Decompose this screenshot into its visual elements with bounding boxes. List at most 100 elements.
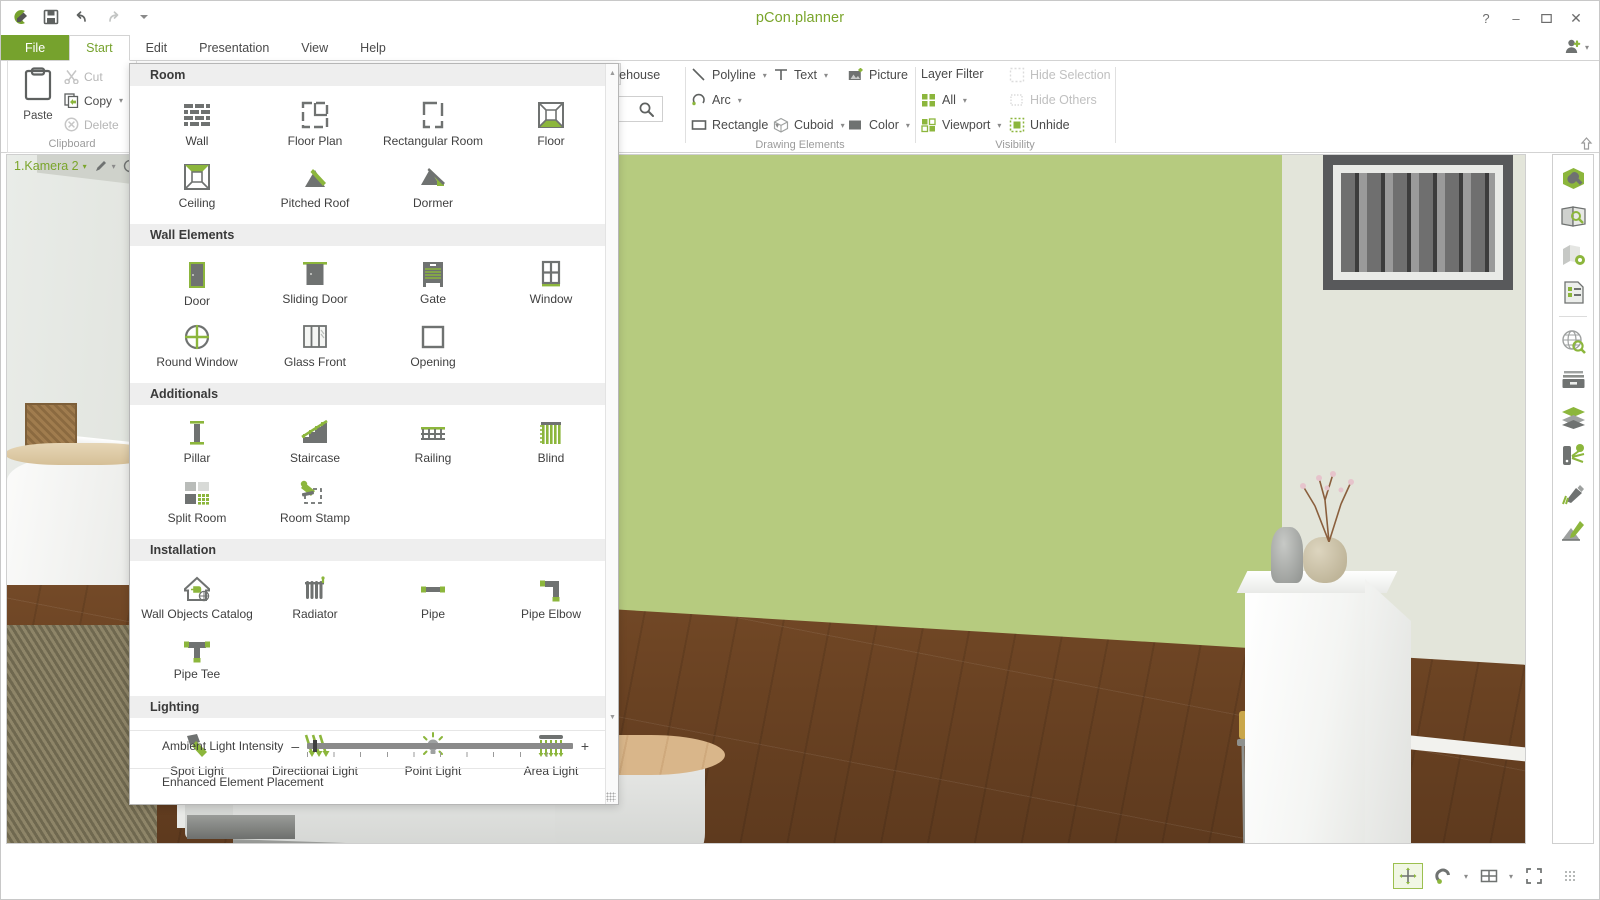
color-caret-icon[interactable]: ▾ xyxy=(906,121,910,130)
panel-item-floor-plan[interactable]: Floor Plan xyxy=(256,92,374,154)
hide-others-button[interactable]: Hide Others xyxy=(1009,92,1097,108)
color-button[interactable]: Color ▾ xyxy=(848,117,910,133)
enhanced-element-placement-row[interactable]: Enhanced Element Placement xyxy=(130,768,605,794)
pen-caret-icon[interactable]: ▾ xyxy=(112,162,116,171)
panel-scroll-up-icon[interactable]: ▲ xyxy=(606,66,619,80)
ambient-decrease-button[interactable]: – xyxy=(291,738,299,754)
panel-item-gate[interactable]: Gate xyxy=(374,252,492,314)
camera-caret-icon[interactable]: ▾ xyxy=(83,162,87,171)
text-button[interactable]: Text ▾ xyxy=(773,67,828,83)
move-gizmo-icon[interactable] xyxy=(1392,863,1423,889)
user-caret-icon[interactable]: ▾ xyxy=(1585,43,1589,52)
status-fullscreen[interactable] xyxy=(1519,863,1549,889)
panel-item-pitched-roof[interactable]: Pitched Roof xyxy=(256,154,374,216)
paste-button[interactable]: Paste xyxy=(16,67,60,122)
panel-item-dormer[interactable]: Dormer xyxy=(374,154,492,216)
online-catalog-icon[interactable] xyxy=(1556,324,1590,358)
fullscreen-icon[interactable] xyxy=(1519,863,1549,889)
cuboid-caret-icon[interactable]: ▾ xyxy=(841,121,845,130)
panel-item-opening[interactable]: Opening xyxy=(374,315,492,375)
viewport-camera-selector[interactable]: 1.Kamera 2 ▾ ▾ xyxy=(14,159,137,173)
panel-item-round-window[interactable]: Round Window xyxy=(138,315,256,375)
ribbon-group-drawing-elements: Polyline ▾ Arc ▾ Rectangle ▾ Text ▾ Cubo… xyxy=(685,61,915,153)
ambient-light-slider[interactable] xyxy=(307,739,573,757)
tab-view[interactable]: View xyxy=(285,35,344,60)
panel-item-door[interactable]: Door xyxy=(138,252,256,314)
all-layers-button[interactable]: All ▾ xyxy=(921,92,967,108)
magnet-caret-icon[interactable]: ▾ xyxy=(1464,872,1468,881)
copy-caret-icon[interactable]: ▾ xyxy=(119,96,123,105)
polyline-caret-icon[interactable]: ▾ xyxy=(763,71,767,80)
panel-resize-grip[interactable] xyxy=(606,792,616,802)
material-edit-icon[interactable] xyxy=(1556,514,1590,548)
panel-item-pillar[interactable]: Pillar xyxy=(138,411,256,471)
panel-item-floor[interactable]: Floor xyxy=(492,92,610,154)
grid-caret-icon[interactable]: ▾ xyxy=(1509,872,1513,881)
status-magnet-snap[interactable]: ▾ xyxy=(1429,863,1468,889)
picture-button[interactable]: Picture xyxy=(848,67,908,83)
tab-help[interactable]: Help xyxy=(344,35,402,60)
rectangle-button[interactable]: Rectangle ▾ xyxy=(691,117,779,133)
grid-icon[interactable] xyxy=(1474,863,1504,889)
panel-item-radiator[interactable]: Radiator xyxy=(256,567,374,627)
maximize-button[interactable] xyxy=(1531,7,1561,29)
status-resize-grip[interactable] xyxy=(1555,863,1585,889)
panel-item-window[interactable]: Window xyxy=(492,252,610,314)
panel-scroll-down-icon[interactable]: ▼ xyxy=(606,710,619,724)
text-caret-icon[interactable]: ▾ xyxy=(824,71,828,80)
ambient-increase-button[interactable]: + xyxy=(581,738,589,754)
tab-file[interactable]: File xyxy=(1,35,70,60)
panel-item-pipe-tee[interactable]: Pipe Tee xyxy=(138,627,256,687)
pin-ribbon-icon[interactable] xyxy=(1580,137,1593,153)
help-button[interactable]: ? xyxy=(1471,7,1501,29)
panel-item-room-stamp[interactable]: Room Stamp xyxy=(256,471,374,531)
article-list-icon[interactable] xyxy=(1556,275,1590,309)
status-grid[interactable]: ▾ xyxy=(1474,863,1513,889)
object-properties-icon[interactable] xyxy=(1556,161,1590,195)
resize-grip-icon[interactable] xyxy=(1555,863,1585,889)
lighting-settings-icon[interactable] xyxy=(1556,438,1590,472)
minimize-button[interactable]: – xyxy=(1501,7,1531,29)
catalog-search-icon[interactable] xyxy=(1556,199,1590,233)
pitched-roof-icon xyxy=(298,160,332,194)
panel-item-sliding-door[interactable]: Sliding Door xyxy=(256,252,374,314)
panel-item-staircase[interactable]: Staircase xyxy=(256,411,374,471)
panel-item-blind[interactable]: Blind xyxy=(492,411,610,471)
copy-button[interactable]: Copy ▾ xyxy=(64,93,123,108)
object-settings-icon[interactable] xyxy=(1556,237,1590,271)
panel-item-split-room[interactable]: Split Room xyxy=(138,471,256,531)
panel-item-railing[interactable]: Railing xyxy=(374,411,492,471)
panel-item-rectangular-room[interactable]: Rectangular Room xyxy=(374,92,492,154)
panel-item-glass-front[interactable]: Glass Front xyxy=(256,315,374,375)
unhide-button[interactable]: Unhide xyxy=(1009,117,1070,133)
arc-caret-icon[interactable]: ▾ xyxy=(738,96,742,105)
cut-button[interactable]: Cut xyxy=(64,69,103,84)
panel-item-pipe[interactable]: Pipe xyxy=(374,567,492,627)
panel-item-pipe-elbow[interactable]: Pipe Elbow xyxy=(492,567,610,627)
hide-selection-button[interactable]: Hide Selection xyxy=(1009,67,1111,83)
layers-icon[interactable] xyxy=(1556,400,1590,434)
arc-button[interactable]: Arc ▾ xyxy=(691,92,742,108)
panel-scrollbar[interactable]: ▲ ▼ xyxy=(605,64,618,804)
ambient-slider-thumb[interactable] xyxy=(312,739,317,752)
panel-item-ceiling[interactable]: Ceiling xyxy=(138,154,256,216)
tab-presentation[interactable]: Presentation xyxy=(183,35,285,60)
panel-item-wall-objects-catalog[interactable]: Wall Objects Catalog xyxy=(138,567,256,627)
user-account-button[interactable]: ▾ xyxy=(1564,38,1589,56)
viewport-button[interactable]: Viewport ▾ xyxy=(921,117,1001,133)
close-button[interactable]: ✕ xyxy=(1561,7,1591,29)
delete-button[interactable]: Delete xyxy=(64,117,119,132)
copy-icon xyxy=(64,93,79,108)
polyline-button[interactable]: Polyline ▾ xyxy=(691,67,767,83)
hearth-metal-trim-left xyxy=(187,815,295,839)
tab-start[interactable]: Start xyxy=(69,35,130,61)
all-layers-caret-icon[interactable]: ▾ xyxy=(963,96,967,105)
cuboid-button[interactable]: Cuboid ▾ xyxy=(773,117,845,133)
panel-item-wall[interactable]: Wall xyxy=(138,92,256,154)
tab-edit[interactable]: Edit xyxy=(130,35,184,60)
viewport-caret-icon[interactable]: ▾ xyxy=(997,121,1001,130)
archive-icon[interactable] xyxy=(1556,362,1590,396)
magnet-snap-icon[interactable] xyxy=(1429,863,1459,889)
render-styles-icon[interactable] xyxy=(1556,476,1590,510)
status-move-gizmo[interactable] xyxy=(1392,863,1423,889)
